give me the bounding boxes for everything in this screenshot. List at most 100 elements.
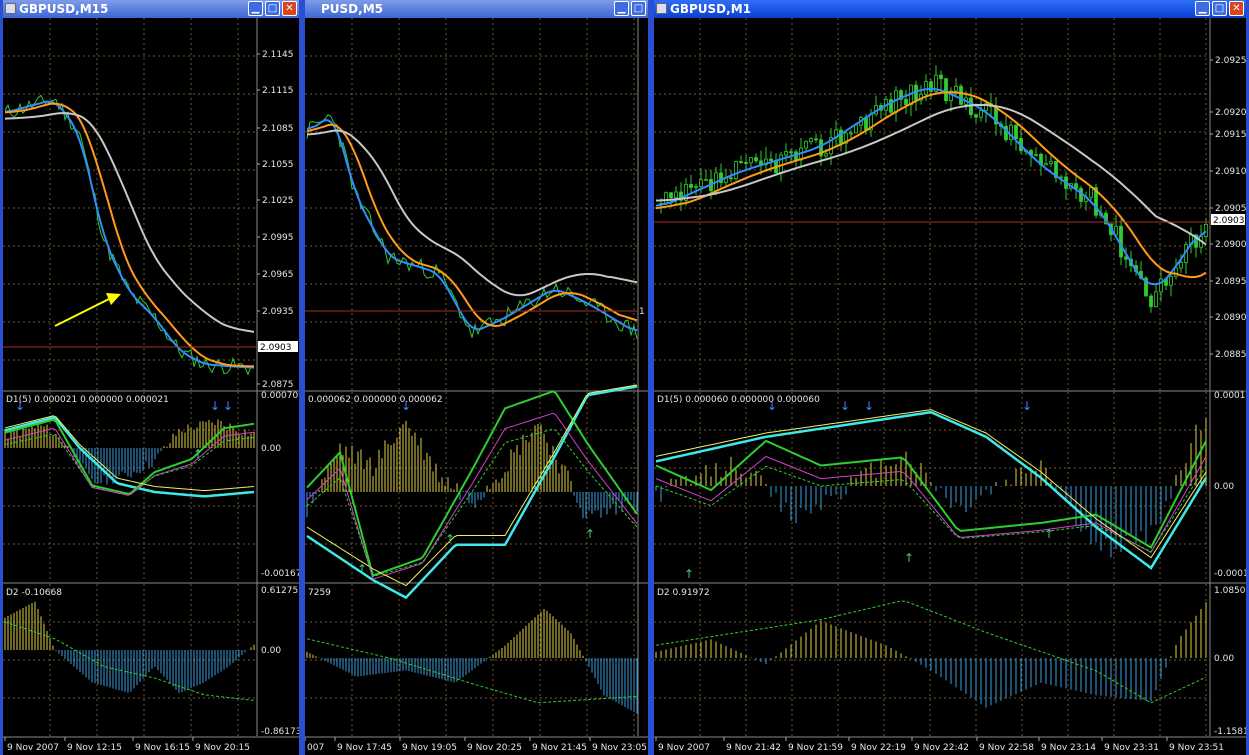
candle-body [979,110,983,118]
indicator1-axis-label: 0.00 [261,444,281,454]
indicator2-header: 7259 [308,588,331,598]
indicator2-header: D2 -0.10668 [6,588,62,598]
signal-line-dashed [4,433,255,495]
indicator1-axis-label: 0.00012 [1214,391,1246,401]
window-title: GBPUSD,M1 [670,2,751,16]
up-arrow-icon: ↑ [193,447,203,461]
candle-body [1204,223,1208,237]
candle-body [1179,262,1183,269]
time-axis-label: 9 Nov 20:25 [467,743,522,753]
window-title: PUSD,M5 [321,2,383,16]
maximize-icon[interactable]: □ [1212,1,1227,16]
indicator1-header: D1(5) 0.000060 0.000000 0.000060 [657,395,820,405]
candle-body [1014,124,1018,139]
time-axis-label: 9 Nov 22:58 [979,743,1034,753]
candle-body [789,151,793,153]
down-arrow-icon: ↓ [210,399,220,413]
time-axis-label: 9 Nov 2007 [7,743,59,753]
down-arrow-icon: ↓ [223,399,233,413]
up-arrow-icon: ↑ [684,567,694,581]
time-axis-label: 9 Nov 23:14 [1041,743,1096,753]
chart-canvas[interactable]: 1 0.000062 0.000000 0.000062↓ ↑ ↑ ↑ 7259 007 9 … [305,18,648,755]
price-tick-label: 2.0965 [262,270,294,280]
chart-canvas[interactable]: 2.1145 2.1115 2.1085 2.1055 2.1025 2.0995 2.09… [3,18,299,755]
price-tick-label: 2.0910 [1215,167,1246,177]
indicator1-header: D1(5) 0.000021 0.000000 0.000021 [6,395,169,405]
indicator2-axis-label: 1.08501 [1214,586,1246,596]
down-arrow-icon: ↓ [767,399,777,413]
indicator1-axis-label: 0.00 [1214,482,1234,492]
price-tick-label: 2.0915 [1215,130,1246,140]
indicator2-axis-label: -1.15811 [1214,727,1246,737]
candle-body [739,161,743,163]
candle-body [824,153,828,157]
time-axis-label: 9 Nov 17:45 [337,743,392,753]
up-arrow-icon: ↑ [1044,527,1054,541]
maximize-icon[interactable]: □ [265,1,280,16]
chart-window-icon [5,3,16,14]
price-tick-label: 2.0895 [1215,277,1246,287]
up-arrow-icon: ↑ [357,562,367,576]
indicator1-header: 0.000062 0.000000 0.000062 [308,395,443,405]
title-bar[interactable]: PUSD,M5 ▁ □ [305,0,648,18]
candle-body [939,74,943,80]
candle-body [1034,153,1038,156]
candle-body [809,138,813,142]
time-axis-label: 9 Nov 23:31 [1104,743,1159,753]
chart-window-gbpusd-m5[interactable]: PUSD,M5 ▁ □ 1 0.000062 0.000000 0.000062 ↓… [302,0,651,755]
price-tick-label: 2.1025 [262,196,294,206]
minimize-icon[interactable]: ▁ [1195,1,1210,16]
current-price-label: 1 [639,307,645,317]
time-axis-label: 9 Nov 12:15 [67,743,122,753]
candle-body [804,141,808,149]
time-axis-label: 9 Nov 21:59 [788,743,843,753]
chart-canvas[interactable]: 2.0925 2.0920 2.0915 2.0910 2.0905 2.0903 2.09… [654,18,1246,755]
ma-fast-line [4,100,255,369]
candle-body [904,98,908,106]
candle-body [734,161,738,179]
maximize-icon[interactable]: □ [631,1,646,16]
time-axis-label: 9 Nov 20:15 [195,743,250,753]
time-axis-label: 007 [307,743,324,753]
indicator1-axis-label: -0.00013 [1214,569,1246,579]
down-arrow-icon: ↓ [840,399,850,413]
minimize-icon[interactable]: ▁ [614,1,629,16]
candle-body [959,85,963,105]
close-icon[interactable]: ✕ [1229,1,1244,16]
title-bar[interactable]: GBPUSD,M1 ▁ □ ✕ [654,0,1246,18]
candle-body [924,81,928,95]
chart-window-gbpusd-m15[interactable]: GBPUSD,M15 ▁ □ ✕ 2.1145 2.1115 2.1085 2.105… [0,0,302,755]
title-bar[interactable]: GBPUSD,M15 ▁ □ ✕ [3,0,299,18]
indicator2-axis-label: 0.00 [261,646,281,656]
price-tick-label: 2.0875 [262,380,294,390]
candle-body [754,157,758,162]
candle-body [854,124,858,134]
candle-body [1089,187,1093,198]
candle-body [689,184,693,188]
candle-body [839,129,843,144]
candle-body [704,179,708,181]
down-arrow-icon: ↓ [401,399,411,413]
signal-line-cyan [4,416,255,498]
time-axis-label: 9 Nov 21:45 [532,743,587,753]
ma-slow-line [655,103,1207,246]
current-price-label: 2.0903 [1213,216,1245,226]
indicator2-dashed-line [4,621,255,701]
close-icon[interactable]: ✕ [282,1,297,16]
candle-body [769,158,773,162]
minimize-icon[interactable]: ▁ [248,1,263,16]
price-tick-label: 2.1145 [262,50,294,60]
up-arrow-icon: ↑ [904,551,914,565]
down-arrow-icon: ↓ [1022,399,1032,413]
price-tick-label: 2.0995 [262,233,294,243]
candle-body [749,157,753,164]
candle-body [744,162,748,164]
chart-window-gbpusd-m1[interactable]: GBPUSD,M1 ▁ □ ✕ 2.0925 2.0920 2.0915 2.0910… [651,0,1249,755]
signal-line-green [655,439,1207,549]
time-axis-label: 9 Nov 23:51 [1169,743,1224,753]
candle-body [674,191,678,199]
down-arrow-icon: ↓ [15,399,25,413]
indicator2-dashed-line [655,600,1207,704]
candle-body [954,85,958,92]
chart-window-icon [656,3,667,14]
